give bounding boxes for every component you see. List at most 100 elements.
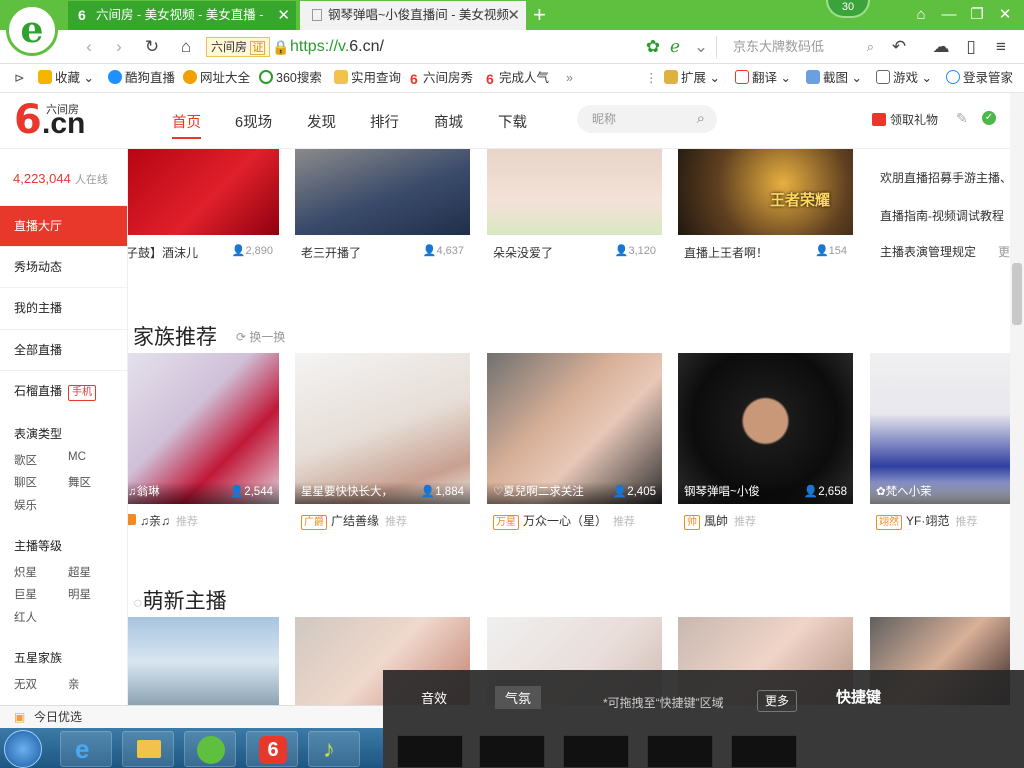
gift-button[interactable]: 领取礼物 <box>872 111 938 128</box>
family-card[interactable]: 星星要快快长大， 👤1,884 广爵 广结善缘 推荐 <box>295 353 470 533</box>
skin-icon[interactable]: ⌂ <box>910 4 932 26</box>
check-icon[interactable]: ✓ <box>982 111 996 125</box>
forward-button[interactable]: › <box>108 36 130 58</box>
level-1[interactable]: 炽星 <box>14 564 37 580</box>
new-tab-button[interactable]: + <box>533 2 546 28</box>
site-logo[interactable]: 6 六间房 .cn <box>14 97 114 143</box>
anchor-thumbnail[interactable]: 钢琴弹唱~小俊 👤2,658 <box>678 353 853 504</box>
minimize-button[interactable]: — <box>938 4 960 26</box>
live-card[interactable]: 朵朵没爱了 👤3,120 <box>487 149 662 265</box>
close-icon[interactable]: ✕ <box>507 1 520 30</box>
effect-thumbnail[interactable] <box>731 735 797 768</box>
sidebar-toggle-icon[interactable]: ⊳ <box>14 64 24 93</box>
newbie-card[interactable] <box>128 617 279 705</box>
nickname-search-input[interactable]: 昵称 ⌕ <box>577 105 717 133</box>
search-icon[interactable]: ⌕ <box>867 36 874 58</box>
live-thumbnail[interactable]: 王者荣耀 <box>678 149 853 235</box>
scrollbar-thumb[interactable] <box>1012 263 1022 325</box>
live-thumbnail[interactable] <box>295 149 470 235</box>
screenshot-menu[interactable]: 截图 ⌄ <box>806 64 862 93</box>
undo-icon[interactable]: ↶ <box>888 36 910 58</box>
level-3[interactable]: 巨星 <box>14 586 37 602</box>
chevron-down-icon[interactable]: ⌄ <box>690 36 712 58</box>
browser-taskbar-icon[interactable] <box>184 731 236 767</box>
bookmark-360[interactable]: 360搜索 <box>259 64 322 93</box>
right-link[interactable]: 欢朋直播招募手游主播、经 <box>880 169 1010 186</box>
anchor-thumbnail[interactable]: ♫翁琳 👤2,544 <box>128 353 279 504</box>
back-button[interactable]: ‹ <box>78 36 100 58</box>
bookmark-tools[interactable]: 实用查询 <box>334 64 401 93</box>
menu-icon[interactable]: ≡ <box>990 36 1012 58</box>
family-card[interactable]: 钢琴弹唱~小俊 👤2,658 帅風帥 推荐 <box>678 353 853 533</box>
level-2[interactable]: 超星 <box>68 564 91 580</box>
more-bookmarks-icon[interactable]: » <box>566 64 573 93</box>
anchor-thumbnail[interactable]: 星星要快快长大， 👤1,884 <box>295 353 470 504</box>
perf-type-mc[interactable]: MC <box>68 451 86 463</box>
tab-liujianfang[interactable]: 6 六间房 - 美女视频 - 美女直播 - ✕ <box>68 1 296 30</box>
nav-live-scene[interactable]: 6现场 <box>235 111 272 132</box>
effect-thumbnail[interactable] <box>479 735 545 768</box>
url-input[interactable]: https://v.6.cn/ <box>290 36 640 58</box>
search-icon[interactable]: ⌕ <box>697 105 705 133</box>
site-cert-badge[interactable]: 六间房 证 <box>206 37 271 57</box>
family-2[interactable]: 亲 <box>68 676 80 692</box>
swap-button[interactable]: ⟳ 换一换 <box>236 328 285 345</box>
anchor-thumbnail[interactable]: ♡夏兒啊二求关注 👤2,405 <box>487 353 662 504</box>
cloud-icon[interactable]: ☁ <box>930 36 952 58</box>
more-vertical-icon[interactable]: ⋮ <box>645 64 658 93</box>
start-button[interactable] <box>4 730 42 768</box>
close-icon[interactable]: ✕ <box>277 1 290 30</box>
edit-icon[interactable]: ✎ <box>956 110 968 127</box>
nav-discover[interactable]: 发现 <box>307 111 336 132</box>
speed-icon[interactable]: ℯ <box>664 36 686 58</box>
tab-atmosphere[interactable]: 气氛 <box>495 686 542 709</box>
bookmark-urls[interactable]: 网址大全 <box>183 64 250 93</box>
ie-icon[interactable]: e <box>60 731 112 767</box>
level-4[interactable]: 明星 <box>68 586 91 602</box>
perf-type-ent[interactable]: 娱乐 <box>14 497 37 513</box>
shield-icon[interactable]: ✿ <box>642 36 664 58</box>
sidebar-item-all-live[interactable]: 全部直播 <box>0 329 127 370</box>
sidebar-item-show-news[interactable]: 秀场动态 <box>0 246 127 287</box>
live-thumbnail[interactable] <box>128 149 279 235</box>
tab-sound-effects[interactable]: 音效 <box>421 688 447 707</box>
bookmark-favorites[interactable]: 收藏 ⌄ <box>38 64 94 93</box>
anchor-thumbnail[interactable]: ✿梵へ小茉 <box>870 353 1010 504</box>
close-window-button[interactable]: ✕ <box>994 4 1016 26</box>
live-card[interactable]: 王者荣耀 直播上王者啊！ 👤154 <box>678 149 853 265</box>
effect-thumbnail[interactable] <box>563 735 629 768</box>
level-5[interactable]: 红人 <box>14 609 37 625</box>
sidebar-item-my-anchors[interactable]: 我的主播 <box>0 287 127 328</box>
notification-badge[interactable]: 30 <box>826 0 870 18</box>
more-link[interactable]: 更 <box>998 243 1010 260</box>
music-taskbar-icon[interactable]: ♪ <box>308 731 360 767</box>
nav-download[interactable]: 下载 <box>498 111 527 132</box>
perf-type-chat[interactable]: 聊区 <box>14 474 37 490</box>
nav-home[interactable]: 首页 <box>172 111 201 139</box>
login-manager[interactable]: 登录管家 <box>946 64 1013 93</box>
daily-picks-link[interactable]: 今日优选 <box>34 710 82 724</box>
nav-ranking[interactable]: 排行 <box>370 111 399 132</box>
sidebar-item-shiliu-live[interactable]: 石榴直播 手机 <box>0 370 127 411</box>
family-card[interactable]: ✿梵へ小茉 翊然 YF·翊范 推荐 <box>870 353 1010 533</box>
sidebar-item-live-hall[interactable]: 直播大厅 <box>0 205 127 246</box>
bookmark-kugou[interactable]: 酷狗直播 <box>108 64 175 93</box>
maximize-button[interactable]: ❐ <box>966 4 988 26</box>
more-button[interactable]: 更多 <box>757 690 797 712</box>
effect-thumbnail[interactable] <box>397 735 463 768</box>
extensions-menu[interactable]: 扩展 ⌄ <box>664 64 720 93</box>
bookmark-popularity[interactable]: 6 完成人气 <box>486 64 549 93</box>
tab-piano-room[interactable]: 钢琴弹唱~小俊直播间 - 美女视频 ✕ <box>300 1 526 30</box>
search-input[interactable]: 京东大牌数码低 ⌕ <box>716 36 876 58</box>
page-scrollbar[interactable] <box>1010 93 1024 689</box>
refresh-button[interactable]: ↻ <box>141 36 163 58</box>
effect-thumbnail[interactable] <box>647 735 713 768</box>
anchor-thumbnail[interactable] <box>128 617 279 705</box>
explorer-icon[interactable] <box>122 731 174 767</box>
browser-logo-icon[interactable]: e <box>6 4 58 56</box>
live-thumbnail[interactable] <box>487 149 662 235</box>
phone-icon[interactable]: ▯ <box>960 36 982 58</box>
perf-type-dance[interactable]: 舞区 <box>68 474 91 490</box>
live-card[interactable]: 老三开播了 👤4,637 <box>295 149 470 265</box>
translate-menu[interactable]: 翻译 ⌄ <box>735 64 791 93</box>
